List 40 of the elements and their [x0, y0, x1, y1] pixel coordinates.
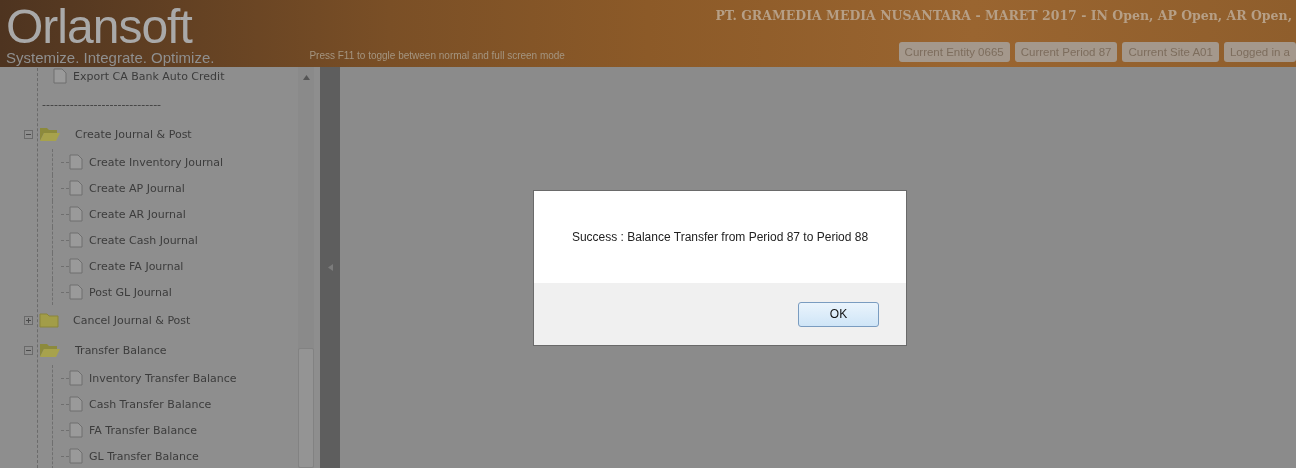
tree-item[interactable]: GL Transfer Balance [89, 449, 199, 463]
tree-item[interactable]: Inventory Transfer Balance [89, 371, 237, 385]
page-icon [69, 154, 83, 170]
page-icon [69, 206, 83, 222]
tree-item[interactable]: Export CA Bank Auto Credit [73, 69, 225, 83]
tree-item[interactable]: Post GL Journal [89, 285, 172, 299]
tree-item[interactable]: Create Cash Journal [89, 233, 198, 247]
logo: Orlansoft [6, 5, 193, 49]
scrollbar[interactable] [298, 67, 314, 468]
separator-text: ------------------------------ [42, 97, 162, 111]
tree-item[interactable]: Create AP Journal [89, 181, 185, 195]
page-icon [69, 232, 83, 248]
page-icon [69, 258, 83, 274]
tree-item[interactable]: Create FA Journal [89, 259, 184, 273]
folder-icon [39, 126, 61, 142]
page-icon [69, 284, 83, 300]
tree-folder[interactable]: Create Journal & Post [75, 127, 192, 141]
page-icon [69, 396, 83, 412]
collapse-panel-icon[interactable] [327, 264, 333, 271]
ok-button[interactable]: OK [798, 301, 879, 327]
folder-icon [39, 312, 59, 328]
tree-item[interactable]: Create Inventory Journal [89, 155, 224, 169]
scroll-up-icon[interactable] [302, 75, 310, 80]
expand-icon[interactable] [24, 315, 33, 325]
tree-folder[interactable]: Transfer Balance [75, 343, 167, 357]
fullscreen-hint: Press F11 to toggle between normal and full screen mode [309, 50, 565, 63]
folder-icon [39, 342, 61, 358]
company-status: PT. GRAMEDIA MEDIA NUSANTARA - MARET 2017 - IN Open, AP Open, AR Open, [715, 8, 1293, 23]
collapse-icon[interactable] [24, 345, 33, 355]
page-icon [69, 422, 83, 438]
page-icon [69, 180, 83, 196]
collapse-icon[interactable] [24, 129, 33, 139]
tree-folder[interactable]: Cancel Journal & Post [73, 313, 191, 327]
tree-item[interactable]: FA Transfer Balance [89, 423, 197, 437]
tree-item[interactable]: Cash Transfer Balance [89, 397, 212, 411]
page-icon [69, 448, 83, 464]
tagline: Systemize. Integrate. Optimize. [6, 49, 215, 67]
dialog-message: Success : Balance Transfer from Period 87 to Period 88 [571, 230, 869, 244]
page-icon [69, 370, 83, 386]
tree-item[interactable]: Create AR Journal [89, 207, 186, 221]
